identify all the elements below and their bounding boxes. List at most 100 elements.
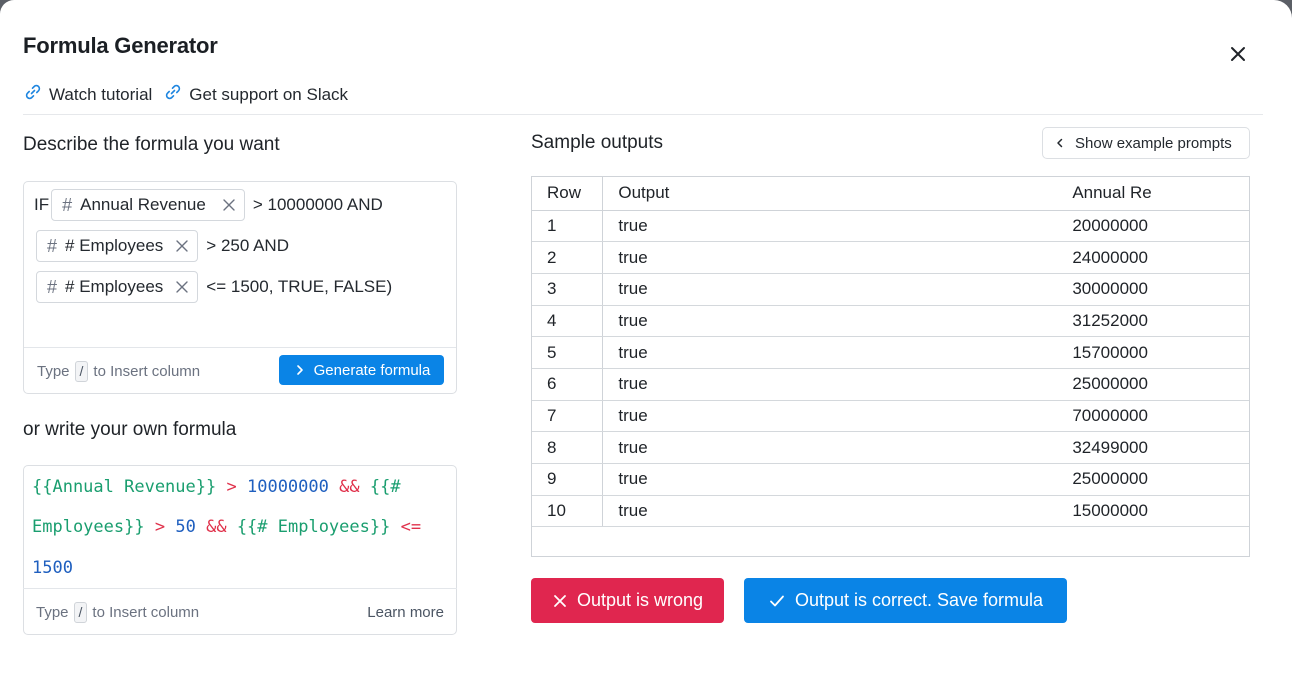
- column-header-output: Output: [602, 177, 1073, 211]
- prompt-line-1: IF # Annual Revenue > 10000000 AND: [34, 189, 383, 221]
- annual-revenue-cell: 20000000: [1072, 210, 1249, 243]
- close-icon[interactable]: [1226, 42, 1250, 66]
- row-number: 1: [532, 210, 604, 243]
- formula-hint: Type / to Insert column: [36, 601, 199, 623]
- formula-code-line-3: 1500: [32, 558, 73, 578]
- slack-support-link[interactable]: Get support on Slack: [163, 82, 348, 107]
- watch-tutorial-link[interactable]: Watch tutorial: [23, 82, 152, 107]
- row-number: 2: [532, 241, 604, 274]
- output-wrong-button[interactable]: Output is wrong: [531, 578, 724, 623]
- annual-revenue-cell: 25000000: [1072, 463, 1249, 496]
- table-row: 5 true 15700000: [532, 336, 1249, 369]
- code-token: >: [154, 517, 166, 537]
- hint-text: to Insert column: [93, 362, 201, 380]
- code-token: &&: [339, 477, 360, 497]
- annual-revenue-cell: 24000000: [1072, 241, 1249, 274]
- output-cell: true: [602, 241, 1073, 274]
- own-formula-heading: or write your own formula: [23, 419, 237, 440]
- column-chip-employees[interactable]: # # Employees: [36, 271, 199, 303]
- link-icon: [23, 82, 49, 107]
- code-token: Employees}}: [32, 517, 145, 537]
- chevron-left-icon: [1057, 138, 1063, 148]
- checkmark-icon: [770, 595, 784, 606]
- output-cell: true: [602, 463, 1073, 496]
- learn-more-link[interactable]: Learn more: [367, 604, 444, 621]
- slash-key: /: [73, 601, 88, 623]
- describe-heading: Describe the formula you want: [23, 134, 280, 155]
- row-number: 10: [532, 495, 604, 528]
- row-number: 8: [532, 431, 604, 464]
- save-formula-button[interactable]: Output is correct. Save formula: [744, 578, 1067, 623]
- code-token: {{#: [369, 477, 401, 497]
- table-row: 10 true 15000000: [532, 495, 1249, 528]
- code-token: >: [226, 477, 237, 497]
- annual-revenue-cell: 15000000: [1072, 495, 1249, 528]
- remove-chip-icon[interactable]: [175, 239, 189, 253]
- slash-key: /: [74, 360, 89, 382]
- table-row: 7 true 70000000: [532, 400, 1249, 433]
- prompt-text: > 10000000 AND: [252, 195, 383, 214]
- column-header-row: Row: [532, 177, 604, 211]
- sample-outputs-heading: Sample outputs: [531, 132, 664, 153]
- row-number: 4: [532, 305, 604, 338]
- chevron-right-icon: [296, 365, 303, 375]
- code-token: 1500: [32, 558, 73, 578]
- remove-chip-icon[interactable]: [175, 280, 189, 294]
- formula-code-line-2: Employees}} > 50 && {{# Employees}} <=: [32, 517, 421, 537]
- annual-revenue-cell: 32499000: [1072, 431, 1249, 464]
- show-example-prompts-button[interactable]: Show example prompts: [1042, 127, 1250, 159]
- sample-outputs-table[interactable]: Row Output Annual Re 1 true 20000000 2 true…: [531, 176, 1250, 557]
- row-number: 5: [532, 336, 604, 369]
- table-header-row: Row Output Annual Re: [532, 177, 1249, 211]
- show-example-prompts-label: Show example prompts: [1075, 134, 1232, 152]
- row-number: 7: [532, 400, 604, 433]
- chip-label: # Employees: [65, 277, 164, 296]
- annual-revenue-cell: 31252000: [1072, 305, 1249, 338]
- formula-code-line-1: {{Annual Revenue}} > 10000000 && {{#: [32, 477, 401, 497]
- remove-chip-icon[interactable]: [222, 198, 236, 212]
- annual-revenue-cell: 30000000: [1072, 273, 1249, 306]
- code-token: 10000000: [246, 477, 329, 497]
- annual-revenue-cell: 70000000: [1072, 400, 1249, 433]
- row-number: 6: [532, 368, 604, 401]
- help-links: Watch tutorial Get support on Slack: [23, 82, 359, 107]
- output-cell: true: [602, 431, 1073, 464]
- header-divider: [23, 114, 1263, 115]
- code-token: 50: [175, 517, 196, 537]
- prompt-text: > 250 AND: [206, 236, 289, 255]
- output-cell: true: [602, 400, 1073, 433]
- prompt-text: <= 1500, TRUE, FALSE): [206, 277, 393, 296]
- close-icon: [554, 594, 566, 607]
- hash-icon: #: [47, 235, 58, 256]
- prompt-text: IF: [34, 195, 50, 214]
- hint-text: Type: [37, 362, 70, 380]
- table-row: 3 true 30000000: [532, 273, 1249, 306]
- column-chip-employees[interactable]: # # Employees: [36, 230, 199, 262]
- output-cell: true: [602, 336, 1073, 369]
- code-token: {{Annual Revenue}}: [32, 477, 217, 497]
- row-number: 3: [532, 273, 604, 306]
- output-cell: true: [602, 273, 1073, 306]
- link-icon: [163, 82, 189, 107]
- column-header-annual-revenue: Annual Re: [1072, 177, 1249, 211]
- code-token: <=: [400, 517, 422, 537]
- annual-revenue-cell: 25000000: [1072, 368, 1249, 401]
- output-cell: true: [602, 210, 1073, 243]
- output-wrong-label: Output is wrong: [576, 590, 704, 610]
- dialog-title: Formula Generator: [23, 33, 218, 58]
- slack-support-label: Get support on Slack: [189, 84, 349, 104]
- column-chip-annual-revenue[interactable]: # Annual Revenue: [51, 189, 245, 221]
- output-cell: true: [602, 495, 1073, 528]
- output-cell: true: [602, 368, 1073, 401]
- hint-text: Type: [36, 603, 69, 621]
- prompt-line-3: # # Employees <= 1500, TRUE, FALSE): [36, 271, 392, 303]
- annual-revenue-cell: 15700000: [1072, 336, 1249, 369]
- generate-formula-button[interactable]: Generate formula: [279, 355, 444, 385]
- chip-label: Annual Revenue: [80, 195, 206, 214]
- watch-tutorial-label: Watch tutorial: [49, 84, 153, 104]
- output-cell: true: [602, 305, 1073, 338]
- table-row: 9 true 25000000: [532, 463, 1249, 496]
- code-token: {{# Employees}}: [236, 517, 391, 537]
- table-row: 4 true 31252000: [532, 305, 1249, 338]
- code-token: &&: [206, 517, 227, 537]
